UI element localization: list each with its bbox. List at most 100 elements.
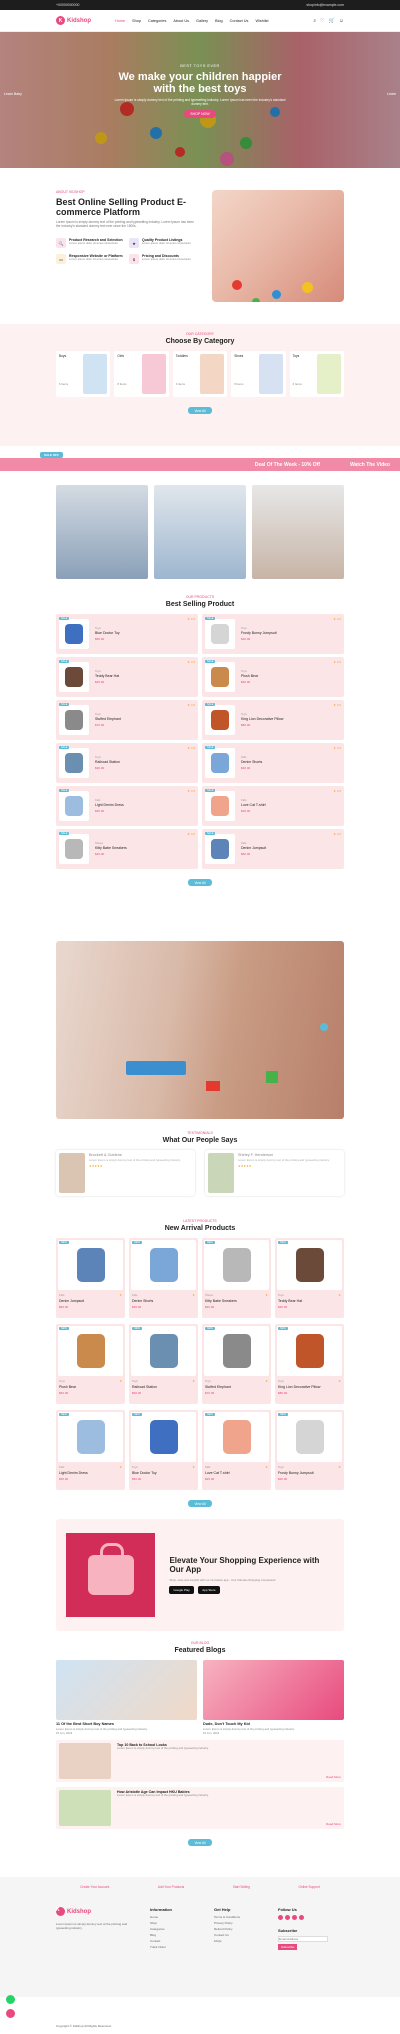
arrivals-view-all-button[interactable]: View All <box>188 1500 212 1507</box>
footer-link[interactable]: Home <box>150 1915 200 1919</box>
play-icon[interactable] <box>320 1023 328 1031</box>
blog-row[interactable]: How Aristotle Age Can Impact HKU Babies L… <box>56 1787 344 1829</box>
nav-blog[interactable]: Blog <box>215 19 223 23</box>
product-price: $50.00 <box>95 637 105 641</box>
shop-now-button[interactable]: SHOP NOW <box>184 110 216 118</box>
arrival-card[interactable]: NEW Kids Love Cat T-shirt $25.00 ★ <box>202 1410 271 1490</box>
blog-card[interactable]: Dude, Don't Touch My Kid Lorem Ipsum is s… <box>203 1660 344 1735</box>
product-card[interactable]: SALE Toys Blue Doctor Toy $50.00 ★ 4.5 <box>56 614 198 654</box>
nav-gallery[interactable]: Gallery <box>196 19 208 23</box>
logo[interactable]: K Kidshop <box>56 16 91 25</box>
read-more-link[interactable]: Read More <box>326 1822 341 1826</box>
product-card[interactable]: SALE Kids Denim Shorts $30.00 ★ 4.5 <box>202 743 344 783</box>
nav-home[interactable]: Home <box>115 19 125 23</box>
rating: ★ 4.5 <box>187 617 195 621</box>
search-icon[interactable]: ⌕ <box>313 18 316 24</box>
nav-categories[interactable]: Categories <box>148 19 166 23</box>
footer-link[interactable]: Refund Policy <box>214 1927 264 1931</box>
category-view-all-button[interactable]: View All <box>188 407 212 414</box>
best-view-all-button[interactable]: View All <box>188 879 212 886</box>
footer-link[interactable]: Privacy Policy <box>214 1921 264 1925</box>
blog-card[interactable]: 11 Of the Best Short Boy Names Lorem Ipsu… <box>56 1660 197 1735</box>
arrival-card[interactable]: NEW Shoes Kitty Babe Sneakers $40.00 ★ <box>202 1238 271 1318</box>
instagram-icon[interactable] <box>292 1915 297 1920</box>
footer-link[interactable]: Blog <box>150 1933 200 1937</box>
category-card-toys[interactable]: Toys 6 Items <box>289 351 345 397</box>
product-name: Plush Bear <box>241 674 259 678</box>
subscribe-email-input[interactable] <box>278 1936 328 1942</box>
hero-kicker: BEST TOYS EVER <box>180 64 220 68</box>
rating: ★ 4.5 <box>333 703 341 707</box>
chat-icon[interactable] <box>6 2009 15 2018</box>
arrival-card[interactable]: NEW Toys King Lion Decorative Pillow $80.00… <box>275 1324 344 1404</box>
sale-badge: SALE <box>205 832 216 835</box>
footer-link[interactable]: FAQs <box>214 1939 264 1943</box>
category-card-girls[interactable]: Girls 8 Items <box>114 351 169 397</box>
user-icon[interactable]: ☺ <box>339 18 344 24</box>
arrival-card[interactable]: NEW Toys Railroad Station $90.00 ★ <box>129 1324 198 1404</box>
promo-video[interactable] <box>56 941 344 1119</box>
cart-icon[interactable]: 🛒 <box>329 18 335 24</box>
category-card-boys[interactable]: Boys 6 Items <box>55 351 111 397</box>
twitter-icon[interactable] <box>285 1915 290 1920</box>
facebook-icon[interactable] <box>278 1915 283 1920</box>
new-badge: NEW <box>278 1327 288 1330</box>
nav-contact[interactable]: Contact Us <box>230 19 249 23</box>
heart-icon[interactable]: ♡ <box>320 18 324 24</box>
footer-link[interactable]: Contact <box>150 1939 200 1943</box>
product-image <box>277 1412 342 1462</box>
category-card-toddlers[interactable]: Toddlers 4 Items <box>172 351 228 397</box>
footer-link[interactable]: Contact Us <box>214 1933 264 1937</box>
google-play-button[interactable]: Google Play <box>169 1586 194 1594</box>
arrival-card[interactable]: NEW Toys Stuffed Elephant $70.00 ★ <box>202 1324 271 1404</box>
product-card[interactable]: SALE Toys Railroad Station $90.00 ★ 4.5 <box>56 743 198 783</box>
product-price: $70.00 <box>205 1391 215 1395</box>
product-card[interactable]: SALE Shoes Kitty Babe Sneakers $40.00 ★ 4.5 <box>56 829 198 869</box>
hero-prev-label[interactable]: Learn Baby <box>4 92 22 96</box>
product-card[interactable]: SALE Kids Denim Jumpsuit $50.00 ★ 4.5 <box>202 829 344 869</box>
product-card[interactable]: SALE Kids Light Denim Dress $35.00 ★ 4.5 <box>56 786 198 826</box>
blog-row[interactable]: Top 10 Back to School Looks Lorem Ipsum i… <box>56 1740 344 1782</box>
product-category: Kids <box>59 1293 65 1297</box>
product-price: $40.00 <box>278 1477 288 1481</box>
whatsapp-icon[interactable] <box>6 1995 15 2004</box>
footer-link[interactable]: Shop <box>150 1921 200 1925</box>
rating: ★ 4.5 <box>333 660 341 664</box>
sale-badge: SALE <box>59 617 70 620</box>
footer-link[interactable]: Terms & Conditions <box>214 1915 264 1919</box>
footer-link[interactable]: Track Order <box>150 1945 200 1949</box>
nav-about[interactable]: About Us <box>173 19 189 23</box>
blog-view-all-button[interactable]: View All <box>188 1839 212 1846</box>
hero-next-label[interactable]: Learn <box>387 92 396 96</box>
rating: ★ 4.5 <box>187 789 195 793</box>
arrival-card[interactable]: NEW Kids Denim Jumpsuit $50.00 ★ <box>56 1238 125 1318</box>
product-image <box>131 1240 196 1290</box>
nav-shop[interactable]: Shop <box>132 19 141 23</box>
read-more-link[interactable]: Read More <box>326 1775 341 1779</box>
linkedin-icon[interactable] <box>299 1915 304 1920</box>
sale-badge: SALE <box>59 703 70 706</box>
product-card[interactable]: SALE Toys Teddy Bear Hat $45.00 ★ 4.5 <box>56 657 198 697</box>
footer-link[interactable]: Categories <box>150 1927 200 1931</box>
category-card-shoes[interactable]: Shoes 5 Items <box>231 351 286 397</box>
product-card[interactable]: SALE Toys Frosty Bunny Jumpsuit $40.00 ★ 4.5 <box>202 614 344 654</box>
arrival-card[interactable]: NEW Kids Denim Shorts $30.00 ★ <box>129 1238 198 1318</box>
arrival-card[interactable]: NEW Toys Blue Doctor Toy $50.00 ★ <box>129 1410 198 1490</box>
product-name: King Lion Decorative Pillow <box>278 1385 321 1389</box>
product-card[interactable]: SALE Toys King Lion Decorative Pillow $80.0… <box>202 700 344 740</box>
arrival-card[interactable]: NEW Kids Light Denim Dress $35.00 ★ <box>56 1410 125 1490</box>
nav-wishlist[interactable]: Wishlist <box>255 19 268 23</box>
product-card[interactable]: SALE Toys Stuffed Elephant $70.00 ★ 4.5 <box>56 700 198 740</box>
category-image <box>141 354 166 394</box>
arrival-card[interactable]: NEW Toys Frosty Bunny Jumpsuit $40.00 ★ <box>275 1410 344 1490</box>
arrival-card[interactable]: NEW Toys Teddy Bear Hat $45.00 ★ <box>275 1238 344 1318</box>
listing-icon: ★ <box>129 238 139 248</box>
sale-badge: SALE <box>59 789 70 792</box>
product-card[interactable]: SALE Toys Plush Bear $60.00 ★ 4.5 <box>202 657 344 697</box>
deal-marquee: SALE OFF Deal Of The Week - 10% Off Watc… <box>0 452 400 471</box>
new-badge: NEW <box>59 1241 69 1244</box>
arrival-card[interactable]: NEW Toys Plush Bear $60.00 ★ <box>56 1324 125 1404</box>
subscribe-button[interactable]: Subscribe <box>278 1944 298 1950</box>
product-card[interactable]: SALE Kids Love Cat T-shirt $25.00 ★ 4.5 <box>202 786 344 826</box>
app-store-button[interactable]: App Store <box>198 1586 220 1594</box>
